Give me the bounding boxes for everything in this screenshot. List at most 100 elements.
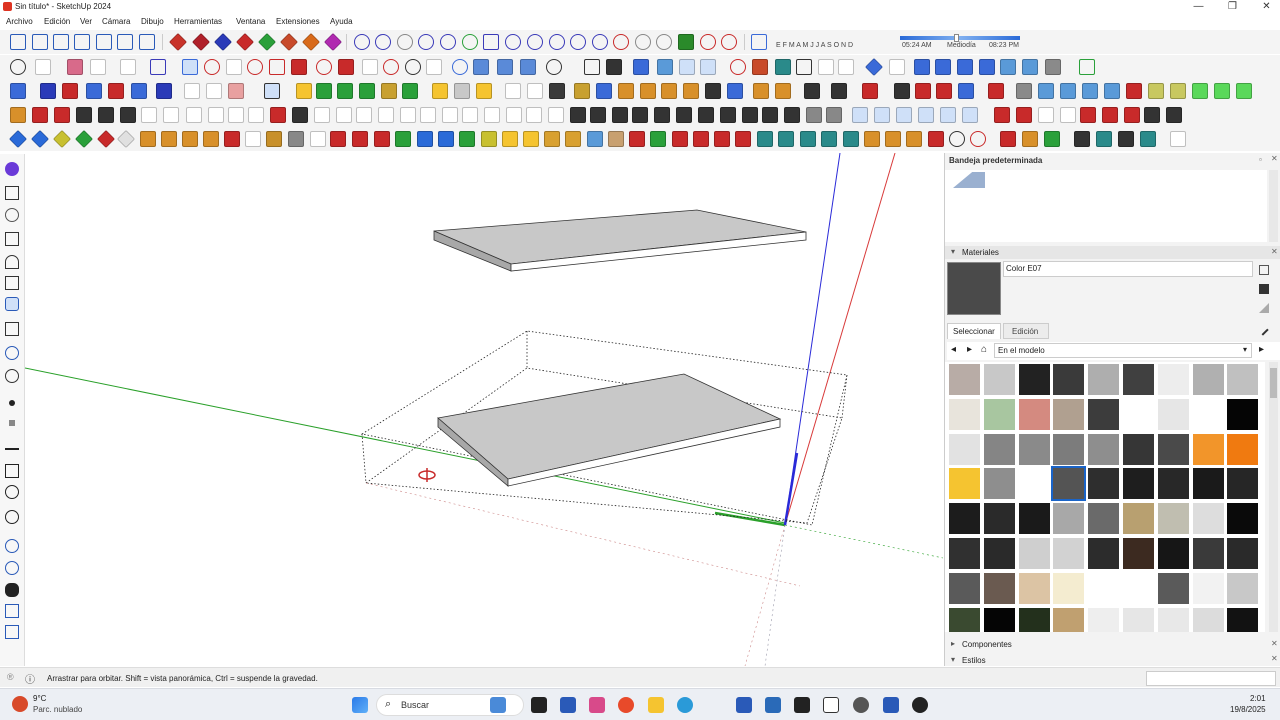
extension-icon[interactable] [163, 107, 179, 123]
measurements-box[interactable] [1146, 671, 1276, 686]
material-swatch[interactable] [1157, 364, 1189, 395]
extension-icon[interactable] [1060, 83, 1076, 99]
extension-icon[interactable] [800, 131, 816, 147]
weather-icon[interactable] [12, 696, 28, 712]
extension-icon[interactable] [1144, 107, 1160, 123]
material-swatch[interactable] [1053, 433, 1085, 465]
circle-icon[interactable] [505, 34, 521, 50]
sandbox-tool-icon[interactable] [279, 32, 299, 52]
hidden-line-icon[interactable] [1045, 59, 1061, 75]
extension-icon[interactable] [1080, 107, 1096, 123]
material-swatch[interactable] [1088, 468, 1120, 500]
material-swatch[interactable] [1192, 572, 1224, 604]
extension-icon[interactable] [826, 107, 842, 123]
extension-icon[interactable] [131, 83, 147, 99]
material-swatch[interactable] [1123, 398, 1154, 430]
hide-icon[interactable] [5, 510, 19, 524]
wireframe-icon[interactable] [1022, 59, 1038, 75]
extension-icon[interactable] [928, 131, 944, 147]
material-swatch[interactable] [1053, 538, 1085, 569]
material-swatch[interactable] [983, 572, 1015, 604]
material-swatch[interactable] [1192, 468, 1224, 500]
extension-icon[interactable] [1214, 83, 1230, 99]
extension-icon[interactable] [400, 107, 416, 123]
walk-icon[interactable] [679, 59, 695, 75]
extension-icon[interactable] [10, 107, 26, 123]
curve-icon[interactable] [375, 34, 391, 50]
section-cut-icon[interactable] [520, 59, 536, 75]
axes-icon[interactable] [362, 59, 378, 75]
camera-icon[interactable] [5, 232, 19, 246]
material-swatch[interactable] [949, 468, 980, 500]
material-swatch[interactable] [1157, 503, 1189, 535]
extension-icon[interactable] [958, 83, 974, 99]
app-icon[interactable] [560, 697, 576, 713]
material-swatch[interactable] [1018, 364, 1050, 395]
sketchup-taskbar-icon[interactable] [883, 697, 899, 713]
extension-icon[interactable] [654, 107, 670, 123]
extension-icon[interactable] [359, 83, 375, 99]
material-swatch[interactable] [949, 538, 980, 569]
extension-icon[interactable] [316, 83, 332, 99]
extension-icon[interactable] [330, 131, 346, 147]
rectangle-icon[interactable] [483, 34, 499, 50]
extension-icon[interactable] [896, 107, 912, 123]
material-swatch[interactable] [1018, 433, 1050, 465]
extension-icon[interactable] [381, 83, 397, 99]
explorer-icon[interactable] [490, 697, 506, 713]
menu-archivo[interactable]: Archivo [6, 17, 33, 26]
material-swatch[interactable] [1123, 538, 1154, 569]
extension-icon[interactable] [1236, 83, 1252, 99]
extension-icon[interactable] [1016, 83, 1032, 99]
material-swatch[interactable] [983, 364, 1015, 395]
extension-icon[interactable] [565, 131, 581, 147]
extension-icon[interactable] [161, 131, 177, 147]
extension-icon[interactable] [352, 131, 368, 147]
components-icon[interactable] [1079, 59, 1095, 75]
extension-icon[interactable] [527, 83, 543, 99]
helix-icon[interactable] [656, 34, 672, 50]
extension-icon[interactable] [1126, 83, 1142, 99]
components-header[interactable]: ▸ Componentes ✕ [945, 638, 1280, 652]
tray-close-icon[interactable]: ✕ [1271, 154, 1278, 163]
extension-icon[interactable] [40, 83, 56, 99]
forward-icon[interactable]: ▸ [967, 344, 972, 355]
pencil-line-icon[interactable] [90, 59, 106, 75]
arc-icon[interactable] [570, 34, 586, 50]
extension-icon[interactable] [936, 83, 952, 99]
details-arrow-icon[interactable]: ▸ [1259, 344, 1264, 355]
extension-icon[interactable] [629, 131, 645, 147]
extension-icon[interactable] [481, 131, 497, 147]
material-swatch[interactable] [983, 468, 1015, 500]
material-swatch[interactable] [1157, 607, 1189, 632]
extension-icon[interactable] [821, 131, 837, 147]
extension-icon[interactable] [337, 83, 353, 99]
extension-icon[interactable] [1038, 83, 1054, 99]
menu-herramientas[interactable]: Herramientas [174, 17, 222, 26]
extension-icon[interactable] [915, 83, 931, 99]
extension-icon[interactable] [778, 131, 794, 147]
extension-icon[interactable] [420, 107, 436, 123]
extension-icon[interactable] [502, 131, 518, 147]
extension-icon[interactable] [1124, 107, 1140, 123]
material-swatch[interactable] [983, 607, 1015, 632]
material-swatch[interactable] [949, 364, 980, 395]
extension-icon[interactable] [843, 131, 859, 147]
extension-icon[interactable] [612, 107, 628, 123]
material-swatch[interactable] [1227, 572, 1259, 604]
extension-icon[interactable] [1016, 107, 1032, 123]
cube-icon[interactable] [5, 186, 19, 200]
geo-location-icon[interactable]: ® [7, 672, 14, 682]
material-swatch[interactable] [1123, 607, 1154, 632]
position-camera-icon[interactable] [730, 59, 746, 75]
section-plane-icon[interactable] [452, 59, 468, 75]
material-swatch[interactable] [1192, 364, 1224, 395]
user-icon[interactable] [606, 59, 622, 75]
extension-icon[interactable] [156, 83, 172, 99]
extension-icon[interactable] [548, 107, 564, 123]
extension-icon[interactable] [1102, 107, 1118, 123]
arc-3pt-icon[interactable] [527, 34, 543, 50]
export-icon[interactable] [5, 604, 19, 618]
extension-icon[interactable] [186, 107, 202, 123]
material-swatch[interactable] [1088, 572, 1120, 604]
